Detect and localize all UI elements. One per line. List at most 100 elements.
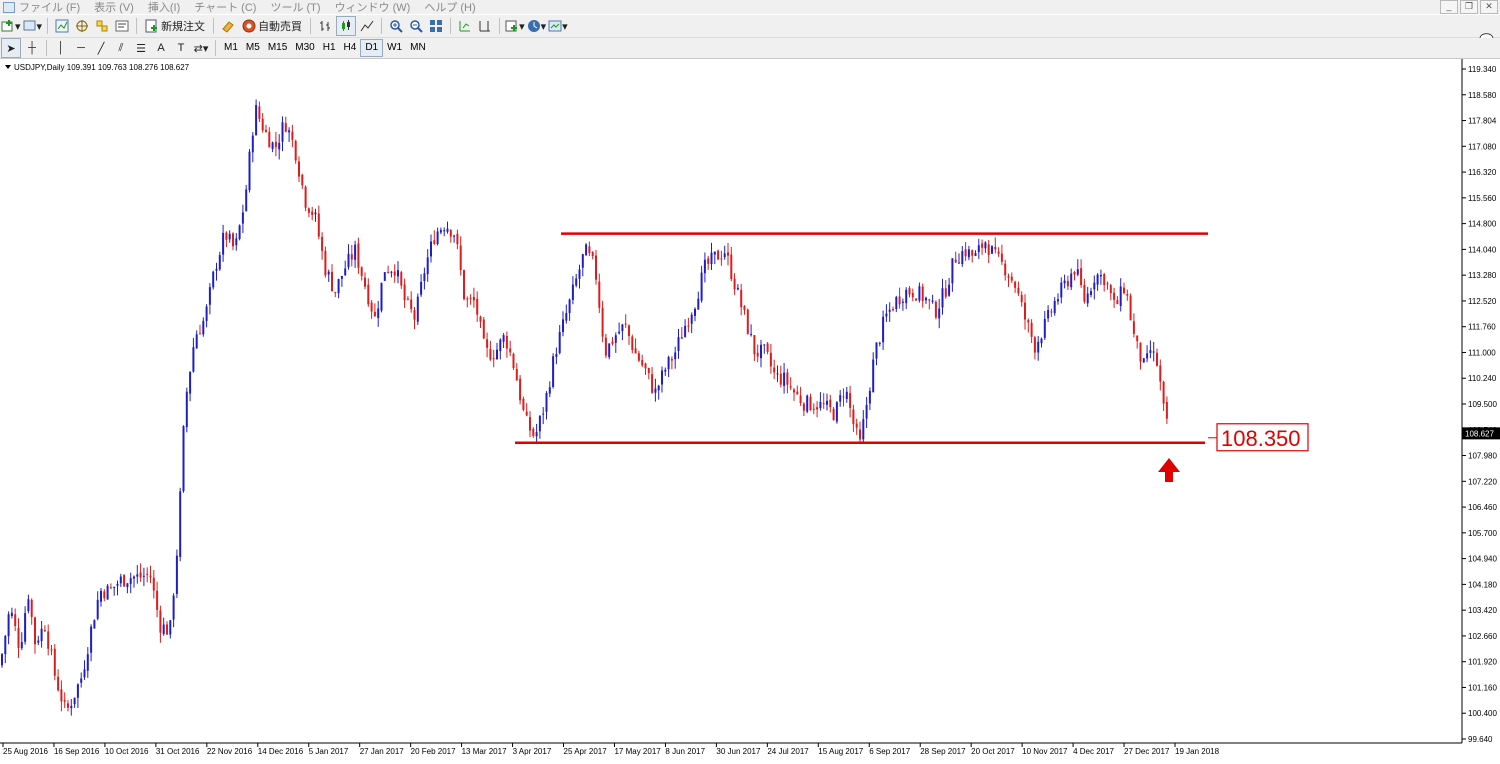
close-button[interactable]: ✕ — [1480, 0, 1498, 14]
timeframe-m15[interactable]: M15 — [264, 40, 291, 56]
candle-body — [453, 235, 456, 237]
candle-body — [958, 262, 960, 264]
menu-file[interactable]: ファイル (F) — [19, 0, 80, 15]
candle-body — [928, 299, 931, 301]
timeframe-m30[interactable]: M30 — [291, 40, 318, 56]
menu-help[interactable]: ヘルプ (H) — [424, 0, 475, 15]
candle-body — [466, 298, 469, 300]
vertical-line-icon[interactable]: │ — [52, 39, 70, 57]
market-watch-button[interactable] — [53, 17, 71, 35]
candle-body — [654, 388, 657, 393]
time-tick-label: 25 Apr 2017 — [564, 747, 608, 756]
restore-button[interactable]: ❐ — [1460, 0, 1478, 14]
candle-body — [700, 272, 703, 301]
menu-chart[interactable]: チャート (C) — [194, 0, 256, 15]
timeframe-h1[interactable]: H1 — [319, 40, 340, 56]
candle-body — [819, 402, 822, 409]
menu-insert[interactable]: 挿入(I) — [148, 0, 180, 15]
trendline-icon[interactable]: ╱ — [92, 39, 110, 57]
new-order-button[interactable]: 新規注文 — [142, 17, 208, 35]
equidistant-channel-icon[interactable]: ⫽ — [112, 39, 130, 57]
candle-body — [1123, 287, 1125, 294]
price-tick-label: 102.660 — [1468, 632, 1497, 641]
candle-body — [868, 390, 871, 404]
candle-body — [1126, 293, 1129, 296]
chart-window[interactable]: USDJPY,Daily 109.391 109.763 108.276 108… — [0, 59, 1500, 759]
zoom-in-icon[interactable] — [387, 17, 405, 35]
fibonacci-icon[interactable]: ☰ — [132, 39, 150, 57]
candle-body — [723, 253, 726, 258]
candle-body — [156, 590, 159, 610]
price-tick-label: 109.500 — [1468, 400, 1497, 409]
candle-body — [175, 555, 178, 594]
candle-body — [397, 270, 399, 277]
candle-body — [558, 332, 561, 354]
timeframe-mn[interactable]: MN — [406, 40, 430, 56]
candle-body — [449, 230, 452, 237]
candle-body — [964, 249, 967, 257]
candle-body — [634, 348, 637, 354]
candle-body — [885, 313, 888, 317]
candle-body — [522, 398, 525, 410]
candle-body — [337, 279, 340, 294]
profiles-button[interactable]: ▾ — [23, 17, 42, 35]
timeframe-m5[interactable]: M5 — [242, 40, 264, 56]
chart-shift-icon[interactable] — [476, 17, 494, 35]
timeframe-w1[interactable]: W1 — [383, 40, 406, 56]
navigator-button[interactable] — [93, 17, 111, 35]
chart-symbol-info: USDJPY,Daily 109.391 109.763 108.276 108… — [14, 63, 190, 72]
auto-trading-button[interactable]: 自動売買 — [239, 17, 305, 35]
crosshair-icon[interactable]: ┼ — [23, 39, 41, 57]
candle-body — [496, 349, 498, 359]
toolbar-separator — [213, 18, 215, 34]
zoom-out-icon[interactable] — [407, 17, 425, 35]
timeframe-m1[interactable]: M1 — [220, 40, 242, 56]
timeframe-d1[interactable]: D1 — [360, 39, 384, 57]
candle-body — [888, 309, 891, 312]
candle-body — [595, 255, 597, 280]
time-tick-label: 4 Dec 2017 — [1073, 747, 1114, 756]
time-tick-label: 19 Jan 2018 — [1175, 747, 1220, 756]
candle-body — [34, 617, 36, 645]
templates-icon[interactable]: ▾ — [548, 17, 568, 35]
metaeditor-button[interactable] — [219, 17, 237, 35]
auto-scroll-icon[interactable] — [456, 17, 474, 35]
candlestick-button[interactable] — [336, 16, 357, 36]
price-tick-label: 104.940 — [1468, 555, 1497, 564]
bar-chart-button[interactable] — [316, 17, 334, 35]
periods-icon[interactable]: ▾ — [527, 17, 546, 35]
data-window-button[interactable] — [73, 17, 91, 35]
menu-view[interactable]: 表示 (V) — [94, 0, 134, 15]
menu-window[interactable]: ウィンドウ (W) — [335, 0, 411, 15]
plot-background — [0, 59, 1462, 743]
candle-body — [832, 408, 835, 421]
horizontal-line-icon[interactable]: ─ — [72, 39, 90, 57]
price-chart[interactable]: USDJPY,Daily 109.391 109.763 108.276 108… — [0, 59, 1500, 759]
terminal-button[interactable] — [113, 17, 131, 35]
candle-body — [205, 306, 208, 321]
candle-body — [809, 396, 812, 411]
window-controls: _ ❐ ✕ — [1440, 0, 1498, 14]
indicators-icon[interactable]: ▾ — [505, 17, 525, 35]
candle-body — [941, 288, 944, 308]
line-chart-button[interactable] — [358, 17, 376, 35]
tile-windows-icon[interactable] — [427, 17, 445, 35]
candle-body — [459, 245, 462, 271]
cursor-icon[interactable]: ➤ — [1, 38, 21, 58]
candle-body — [720, 258, 723, 260]
timeframe-h4[interactable]: H4 — [340, 40, 361, 56]
candle-body — [1090, 291, 1092, 295]
text-label-icon[interactable]: T — [172, 39, 190, 57]
candle-body — [783, 372, 786, 386]
new-chart-button[interactable]: ▾ — [1, 17, 21, 35]
text-icon[interactable]: A — [152, 39, 170, 57]
menu-tools[interactable]: ツール (T) — [270, 0, 320, 15]
minimize-button[interactable]: _ — [1440, 0, 1458, 14]
candle-body — [1, 654, 3, 666]
candle-body — [1099, 274, 1102, 277]
candle-body — [1106, 283, 1109, 285]
candle-body — [228, 233, 231, 240]
arrows-icon[interactable]: ⇄▾ — [192, 39, 210, 57]
time-tick-label: 10 Nov 2017 — [1022, 747, 1068, 756]
toolbar-separator — [215, 40, 216, 56]
